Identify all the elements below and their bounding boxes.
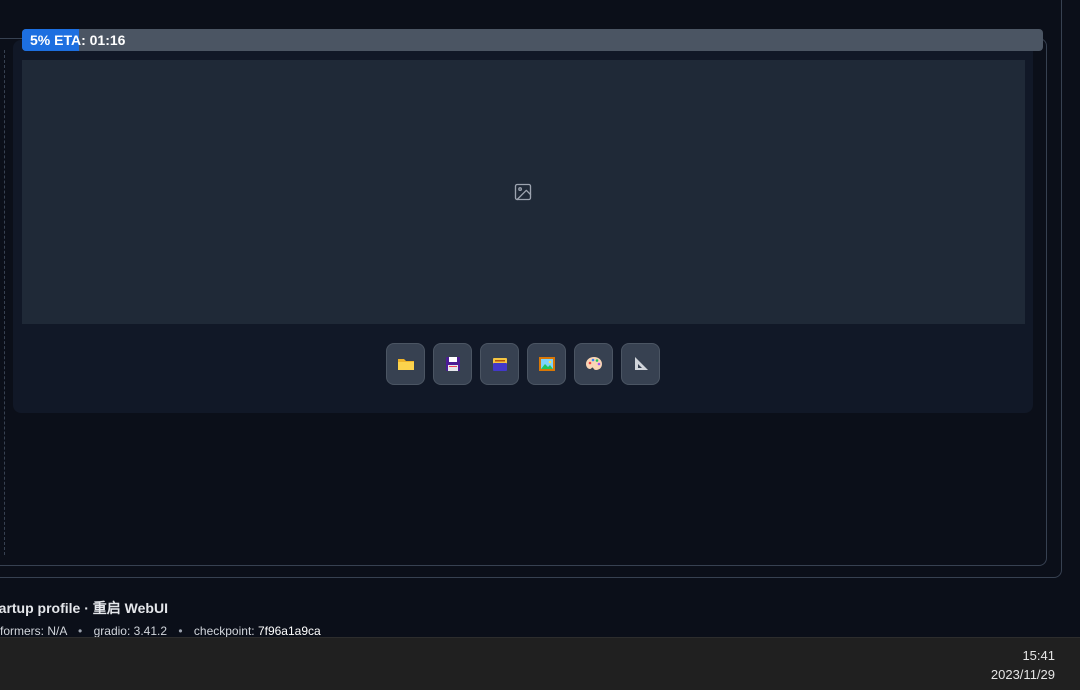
progress-bar: 5% ETA: 01:16 bbox=[22, 29, 1043, 51]
checkpoint-label: checkpoint: bbox=[193, 624, 255, 638]
open-folder-button[interactable] bbox=[386, 343, 425, 385]
gradio-label: gradio: bbox=[93, 624, 131, 638]
windows-taskbar: 15:41 2023/11/29 bbox=[0, 637, 1080, 690]
send-to-inpaint-button[interactable] bbox=[574, 343, 613, 385]
version-info: xformers: N/A • gradio: 3.41.2 • checkpo… bbox=[0, 624, 321, 638]
card-index-icon bbox=[492, 358, 507, 371]
footer-links[interactable]: tartup profile · 重启 WebUI bbox=[0, 598, 168, 618]
column-divider bbox=[4, 50, 5, 555]
framed-picture-icon bbox=[538, 357, 555, 371]
folder-icon bbox=[397, 359, 414, 370]
separator-dot: • bbox=[178, 624, 183, 638]
webui-page: 5% ETA: 01:16 tartup profile · 重启 WebUI … bbox=[0, 0, 1080, 690]
xformers-value: N/A bbox=[47, 624, 67, 638]
separator-dot: • bbox=[78, 624, 83, 638]
checkpoint-value[interactable]: 7f96a1a9ca bbox=[258, 624, 321, 638]
system-clock[interactable]: 15:41 2023/11/29 bbox=[991, 646, 1055, 684]
zip-button[interactable] bbox=[480, 343, 519, 385]
gradio-value: 3.41.2 bbox=[133, 624, 168, 638]
progress-text: 5% ETA: 01:16 bbox=[30, 32, 126, 48]
floppy-disk-icon bbox=[445, 357, 460, 371]
send-to-extras-button[interactable] bbox=[621, 343, 660, 385]
send-to-img2img-button[interactable] bbox=[527, 343, 566, 385]
xformers-label: xformers: bbox=[0, 624, 45, 638]
image-icon bbox=[513, 182, 533, 202]
gallery-toolbar bbox=[386, 343, 660, 385]
clock-date: 2023/11/29 bbox=[990, 667, 1055, 682]
triangular-ruler-icon bbox=[634, 357, 648, 370]
clock-time: 15:41 bbox=[1022, 648, 1055, 663]
save-button[interactable] bbox=[433, 343, 472, 385]
artist-palette-icon bbox=[585, 357, 602, 370]
